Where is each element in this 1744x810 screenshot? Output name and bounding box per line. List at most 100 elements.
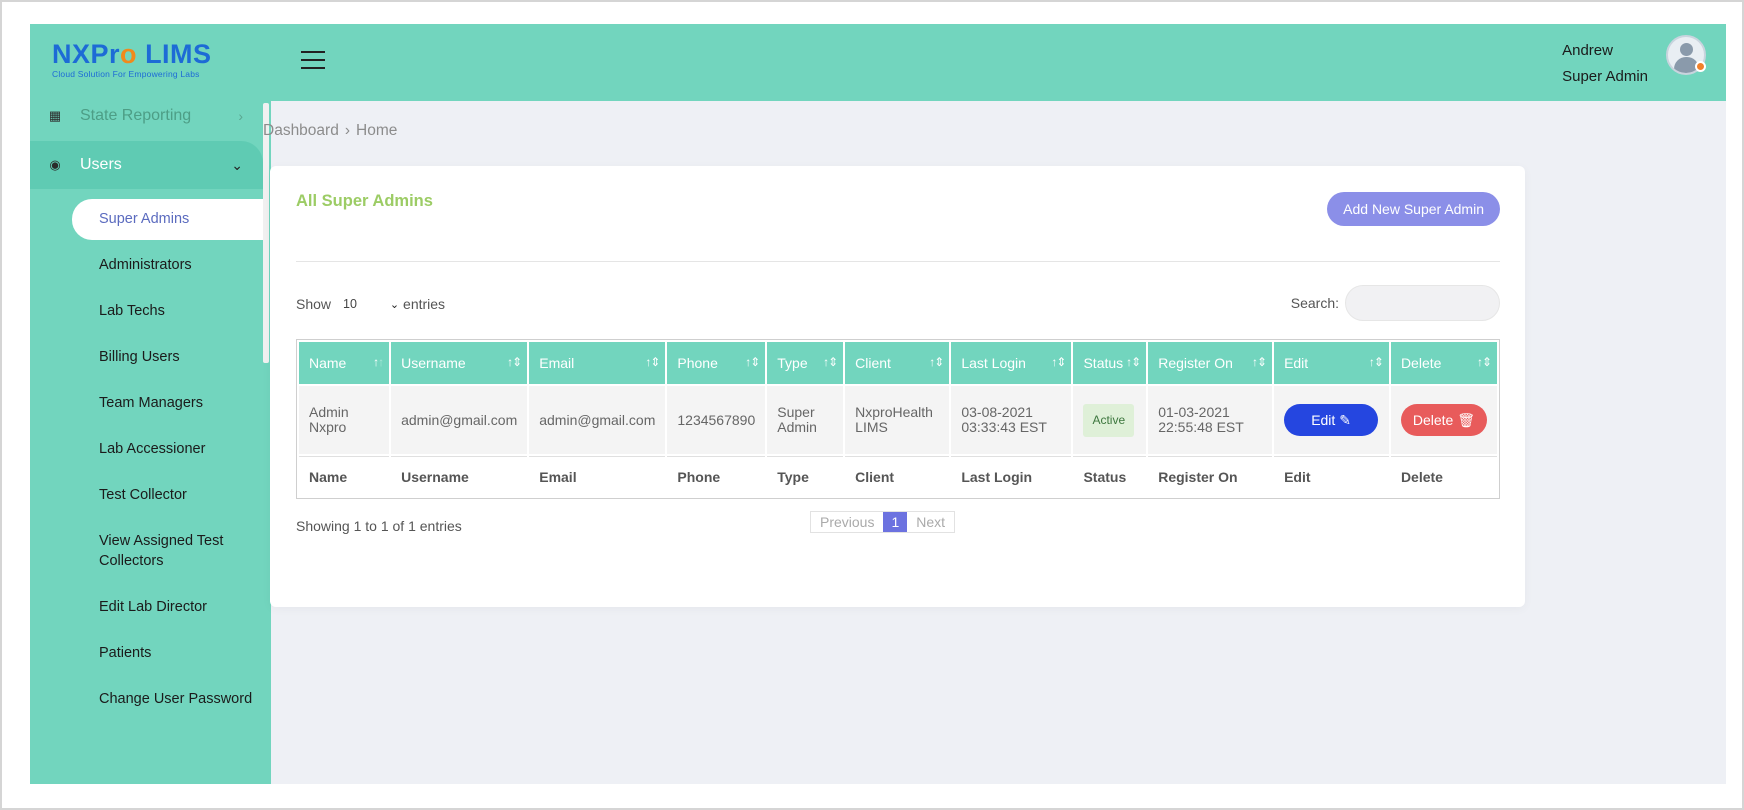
sort-icon: ↑⇕ — [929, 355, 944, 369]
sidebar-item-lab-accessioner[interactable]: Lab Accessioner — [72, 439, 263, 459]
footer-edit: Edit — [1274, 456, 1389, 496]
cell-last-login: 03-08-2021 03:33:43 EST — [951, 386, 1072, 454]
sort-icon: ↑⇕ — [1252, 355, 1267, 369]
column-header-name[interactable]: Name ↑↑ — [299, 342, 390, 384]
sidebar-item-administrators[interactable]: Administrators — [72, 255, 263, 275]
trash-icon: 🗑 — [1457, 412, 1475, 428]
column-header-email[interactable]: Email ↑⇕ — [529, 342, 666, 384]
footer-register-on: Register On — [1148, 456, 1273, 496]
user-role: Super Admin — [1562, 68, 1648, 85]
sort-icon: ↑⇕ — [1126, 355, 1141, 369]
sidebar: ▦ State Reporting › ◉ Users ⌄ Super Admi… — [30, 101, 271, 784]
status-badge: Active — [1083, 403, 1135, 437]
logo-text: NXPro LIMS — [52, 39, 212, 69]
table-footer-row: Name Username Email Phone Type Client La… — [299, 456, 1497, 496]
sidebar-item-change-user-password[interactable]: Change User Password — [72, 689, 263, 709]
footer-phone: Phone — [667, 456, 766, 496]
sort-icon: ↑⇕ — [645, 355, 660, 369]
show-label: Show — [296, 296, 332, 312]
entries-length-control: Show 10 ⌄ entries — [296, 296, 445, 312]
cell-email: admin@gmail.com — [529, 386, 666, 454]
sort-icon: ↑⇕ — [1051, 355, 1066, 369]
entries-select[interactable]: 10 ⌄ — [343, 297, 399, 311]
chevron-right-icon: › — [238, 108, 243, 124]
cell-type: Super Admin — [767, 386, 844, 454]
app: NXPro LIMS Cloud Solution For Empowering… — [30, 24, 1726, 784]
breadcrumb: Dashboard › Home — [263, 122, 397, 140]
sidebar-item-users[interactable]: ◉ Users ⌄ — [30, 141, 263, 189]
table-info: Showing 1 to 1 of 1 entries — [296, 518, 462, 534]
breadcrumb-home[interactable]: Home — [356, 122, 397, 139]
divider — [296, 261, 1500, 262]
edit-icon: ✎ — [1339, 412, 1351, 428]
column-header-phone[interactable]: Phone ↑⇕ — [667, 342, 766, 384]
super-admins-card: All Super Admins Add New Super Admin Sho… — [270, 166, 1525, 607]
breadcrumb-dashboard[interactable]: Dashboard — [263, 122, 339, 139]
sidebar-scrollbar[interactable] — [263, 103, 269, 363]
search-input[interactable] — [1345, 285, 1500, 321]
sidebar-item-state-reporting[interactable]: ▦ State Reporting › — [30, 101, 263, 131]
pagination-next[interactable]: Next — [907, 512, 954, 532]
sort-icon: ↑⇕ — [1368, 355, 1384, 369]
footer-client: Client — [845, 456, 950, 496]
super-admins-table: Name ↑↑ Username ↑⇕ Email ↑⇕ Phone ↑⇕ Type ↑⇕… — [296, 339, 1500, 499]
sidebar-item-team-managers[interactable]: Team Managers — [72, 393, 263, 413]
chevron-down-icon: ⌄ — [231, 156, 243, 173]
sidebar-item-edit-lab-director[interactable]: Edit Lab Director — [72, 597, 263, 617]
footer-name: Name — [299, 456, 390, 496]
logo[interactable]: NXPro LIMS Cloud Solution For Empowering… — [52, 40, 212, 79]
pagination-page-1[interactable]: 1 — [883, 512, 908, 532]
footer-username: Username — [391, 456, 528, 496]
sidebar-item-view-assigned-test-collectors[interactable]: View Assigned Test Collectors — [72, 531, 252, 571]
column-header-type[interactable]: Type ↑⇕ — [767, 342, 844, 384]
column-header-status[interactable]: Status ↑⇕ — [1073, 342, 1147, 384]
status-dot-icon — [1695, 61, 1706, 72]
cell-phone: 1234567890 — [667, 386, 766, 454]
sort-icon: ↑⇕ — [1476, 355, 1492, 369]
top-bar: NXPro LIMS Cloud Solution For Empowering… — [30, 24, 1726, 101]
footer-type: Type — [767, 456, 844, 496]
menu-toggle-icon[interactable] — [301, 51, 325, 71]
sidebar-item-lab-techs[interactable]: Lab Techs — [72, 301, 263, 321]
user-circle-icon: ◉ — [49, 157, 61, 172]
footer-delete: Delete — [1390, 456, 1497, 496]
cell-edit: Edit ✎ — [1274, 386, 1389, 454]
footer-last-login: Last Login — [951, 456, 1072, 496]
entries-select-value: 10 — [343, 297, 357, 311]
cell-username: admin@gmail.com — [391, 386, 528, 454]
sidebar-item-test-collector[interactable]: Test Collector — [72, 485, 263, 505]
column-header-username[interactable]: Username ↑⇕ — [391, 342, 528, 384]
table-header-row: Name ↑↑ Username ↑⇕ Email ↑⇕ Phone ↑⇕ Type ↑⇕… — [299, 342, 1497, 384]
footer-email: Email — [529, 456, 666, 496]
table-row: Admin Nxpro admin@gmail.com admin@gmail.… — [299, 386, 1497, 454]
column-header-client[interactable]: Client ↑⇕ — [845, 342, 950, 384]
add-new-super-admin-button[interactable]: Add New Super Admin — [1327, 192, 1500, 226]
user-info[interactable]: Andrew Super Admin — [1562, 38, 1648, 90]
sidebar-item-super-admins[interactable]: Super Admins — [72, 199, 263, 240]
delete-button[interactable]: Delete 🗑 — [1400, 404, 1487, 436]
logo-tagline: Cloud Solution For Empowering Labs — [52, 69, 200, 79]
entries-label: entries — [403, 296, 446, 312]
chevron-down-icon: ⌄ — [389, 298, 400, 311]
search-label: Search: — [1290, 295, 1339, 311]
sort-icon: ↑⇕ — [507, 355, 522, 369]
column-header-delete[interactable]: Delete ↑⇕ — [1390, 342, 1497, 384]
column-header-edit[interactable]: Edit ↑⇕ — [1274, 342, 1389, 384]
pagination-previous[interactable]: Previous — [811, 512, 883, 532]
page-title: All Super Admins — [296, 192, 433, 210]
cell-delete: Delete 🗑 — [1390, 386, 1497, 454]
column-header-register-on[interactable]: Register On ↑⇕ — [1148, 342, 1273, 384]
pagination: Previous 1 Next — [810, 511, 956, 533]
cell-name: Admin Nxpro — [299, 386, 390, 454]
cell-client: NxproHealth LIMS — [845, 386, 950, 454]
sort-icon: ↑⇕ — [823, 355, 838, 369]
sort-icon: ↑↑ — [373, 355, 384, 369]
document-icon: ▦ — [48, 108, 62, 123]
column-header-last-login[interactable]: Last Login ↑⇕ — [951, 342, 1072, 384]
sidebar-item-billing-users[interactable]: Billing Users — [72, 347, 263, 367]
footer-status: Status — [1073, 456, 1147, 496]
sidebar-item-label: State Reporting — [80, 107, 192, 124]
edit-button[interactable]: Edit ✎ — [1284, 404, 1379, 436]
search-control: Search: — [1291, 285, 1500, 321]
sidebar-item-patients[interactable]: Patients — [72, 643, 263, 663]
